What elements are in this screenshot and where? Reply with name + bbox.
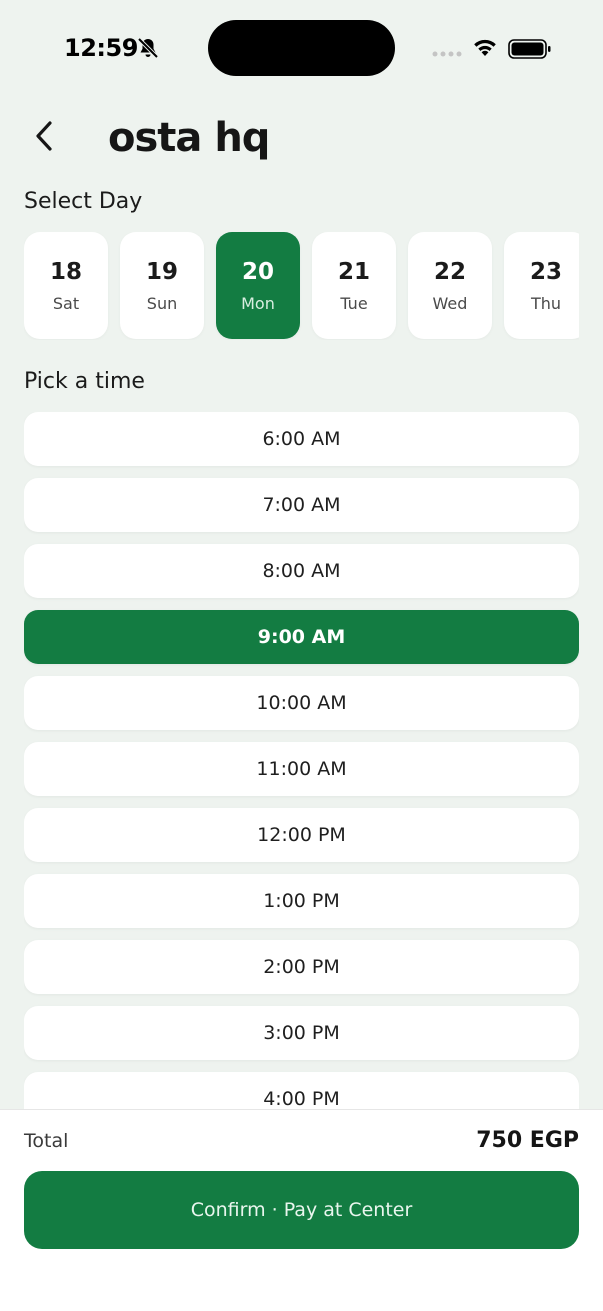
day-row: 18 Sat 19 Sun 20 Mon 21 Tue 22 Wed 23 Th… <box>24 232 579 339</box>
dynamic-island <box>208 20 395 76</box>
time-slot[interactable]: 10:00 AM <box>24 676 579 730</box>
day-name: Sat <box>52 293 80 313</box>
day-card[interactable]: 22 Wed <box>408 232 492 339</box>
time-slot-selected[interactable]: 9:00 AM <box>24 610 579 664</box>
cellular-signal-icon <box>432 51 462 57</box>
day-name: Wed <box>432 293 468 313</box>
select-day-title: Select Day <box>24 189 143 214</box>
day-card[interactable]: 21 Tue <box>312 232 396 339</box>
day-card[interactable]: 23 Thu <box>504 232 579 339</box>
day-name: Tue <box>340 293 368 313</box>
chevron-left-icon <box>36 121 52 151</box>
day-name: Sun <box>146 293 178 313</box>
day-card[interactable]: 18 Sat <box>24 232 108 339</box>
total-label: Total <box>24 1130 69 1152</box>
back-button[interactable] <box>22 112 66 160</box>
page-title: osta hq <box>108 115 270 161</box>
time-slot-list[interactable]: 6:00 AM 7:00 AM 8:00 AM 9:00 AM 10:00 AM… <box>24 412 579 1109</box>
confirm-pay-button[interactable]: Confirm · Pay at Center <box>24 1171 579 1249</box>
time-slot[interactable]: 8:00 AM <box>24 544 579 598</box>
time-slot[interactable]: 11:00 AM <box>24 742 579 796</box>
time-slot[interactable]: 3:00 PM <box>24 1006 579 1060</box>
status-bar: 12:59 <box>0 0 603 96</box>
day-picker[interactable]: 18 Sat 19 Sun 20 Mon 21 Tue 22 Wed 23 Th… <box>24 232 579 340</box>
day-name: Mon <box>241 293 275 313</box>
day-card-selected[interactable]: 20 Mon <box>216 232 300 339</box>
time-slot[interactable]: 7:00 AM <box>24 478 579 532</box>
day-number: 18 <box>49 258 82 285</box>
time-slot[interactable]: 2:00 PM <box>24 940 579 994</box>
status-time: 12:59 <box>64 34 138 62</box>
time-slot[interactable]: 12:00 PM <box>24 808 579 862</box>
booking-screen: 12:59 osta hq Select Day 18 Sat 19 Sun 2… <box>0 0 603 1311</box>
day-number: 19 <box>145 258 178 285</box>
bell-muted-icon <box>137 37 159 59</box>
checkout-footer: Total 750 EGP Confirm · Pay at Center <box>0 1109 603 1311</box>
total-price: 750 EGP <box>476 1128 579 1153</box>
battery-icon <box>508 39 551 59</box>
day-number: 23 <box>529 258 562 285</box>
wifi-icon <box>474 39 496 56</box>
day-number: 20 <box>241 258 274 285</box>
time-slot[interactable]: 1:00 PM <box>24 874 579 928</box>
day-number: 21 <box>337 258 370 285</box>
pick-time-title: Pick a time <box>24 369 145 394</box>
time-slot[interactable]: 4:00 PM <box>24 1072 579 1109</box>
day-card[interactable]: 19 Sun <box>120 232 204 339</box>
day-name: Thu <box>530 293 562 313</box>
time-slot[interactable]: 6:00 AM <box>24 412 579 466</box>
day-number: 22 <box>433 258 466 285</box>
